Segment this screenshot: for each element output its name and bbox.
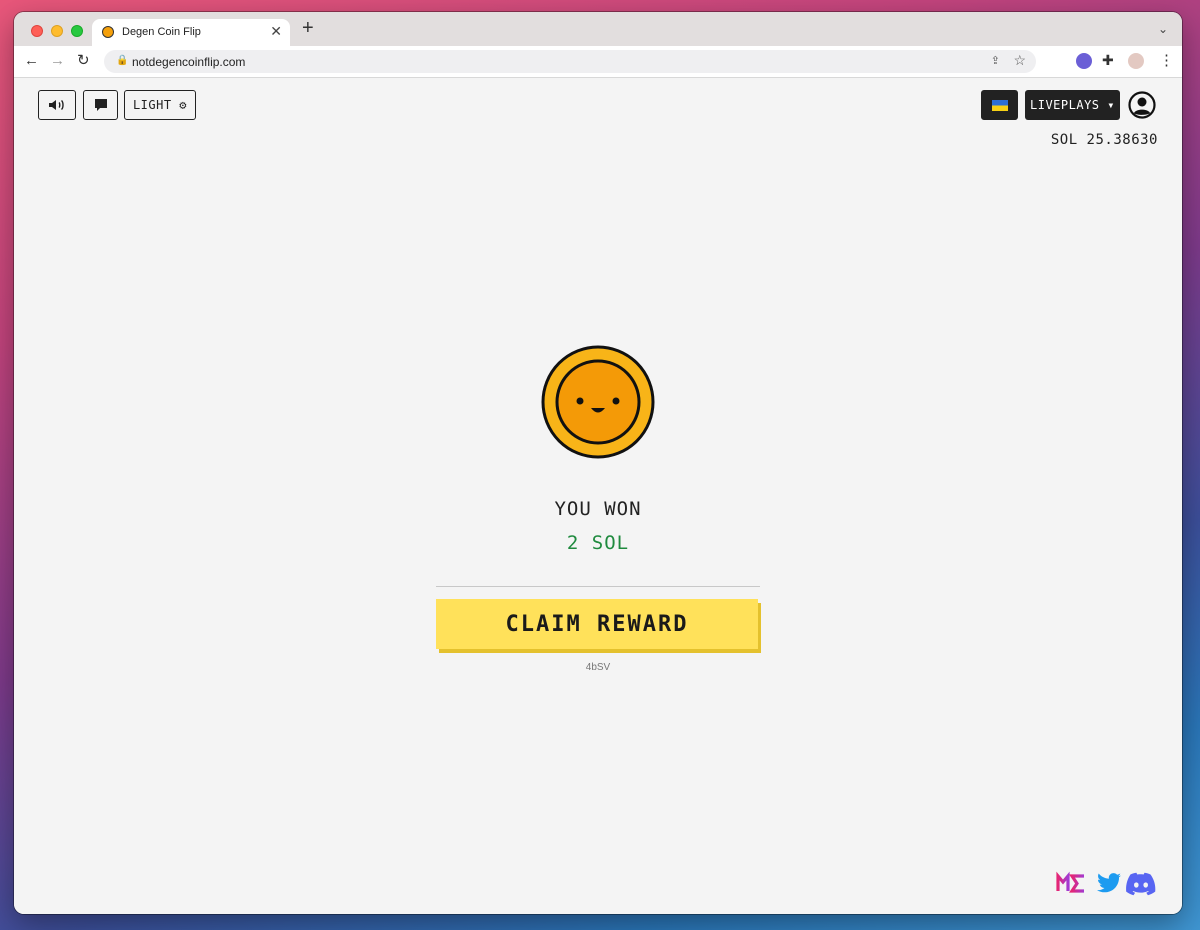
tab-search-button[interactable]: ⌄ [1158,22,1168,36]
game-code: 4bSV [585,662,611,673]
browser-tab[interactable]: Degen Coin Flip ✕ [92,19,290,46]
back-button[interactable]: ← [24,51,39,71]
theme-toggle-button[interactable]: LIGHT ⚙ [124,90,196,120]
reload-button[interactable]: ↻ [77,51,90,71]
tab-bar: Degen Coin Flip ✕ + ⌄ [14,12,1182,46]
lock-icon: 🔒 [116,55,129,66]
result-headline: YOU WON [554,498,642,520]
chat-icon [94,99,107,111]
address-bar[interactable]: 🔒 notdegencoinflip.com ⇪ ☆ [104,50,1036,73]
sound-toggle-button[interactable] [38,90,76,120]
bookmark-star-icon[interactable]: ☆ [1013,52,1026,69]
forward-button[interactable]: → [50,51,65,71]
tab-close-icon[interactable]: ✕ [270,23,282,40]
profile-avatar-icon[interactable] [1128,53,1144,69]
twitter-icon[interactable] [1094,870,1124,896]
new-tab-button[interactable]: + [302,18,314,38]
tab-title: Degen Coin Flip [122,26,201,38]
share-icon[interactable]: ⇪ [991,54,1000,67]
favicon-icon [102,26,114,38]
more-menu-icon[interactable]: ⋮ [1159,51,1174,69]
extension-icon[interactable] [1076,53,1092,69]
sol-balance: SOL 25.38630 [1050,132,1158,148]
liveplays-dropdown-button[interactable]: LIVEPLAYS ▾ [1025,90,1120,120]
won-amount: 2 SOL [566,532,630,554]
language-button[interactable] [981,90,1018,120]
maximize-window-button[interactable] [71,25,83,37]
divider [436,586,760,587]
browser-window: Degen Coin Flip ✕ + ⌄ ← → ↻ 🔒 notdegenco… [14,12,1182,914]
minimize-window-button[interactable] [51,25,63,37]
magic-eden-icon[interactable] [1056,870,1086,896]
browser-toolbar: ← → ↻ 🔒 notdegencoinflip.com ⇪ ☆ ✚ ⋮ [14,46,1182,78]
ukraine-flag-icon [991,99,1008,111]
claim-reward-button[interactable]: CLAIM REWARD [436,599,758,649]
discord-icon[interactable] [1126,870,1156,896]
close-window-button[interactable] [31,25,43,37]
extensions-puzzle-icon[interactable]: ✚ [1102,52,1118,68]
user-avatar-icon[interactable] [1128,91,1156,119]
page-content: LIGHT ⚙ LIVEPLAYS ▾ SOL 25.38630 YOU WON… [14,78,1182,914]
url-text: notdegencoinflip.com [132,55,246,69]
coin-smiley-icon [541,345,655,459]
chat-toggle-button[interactable] [83,90,118,120]
speaker-icon [49,99,64,111]
